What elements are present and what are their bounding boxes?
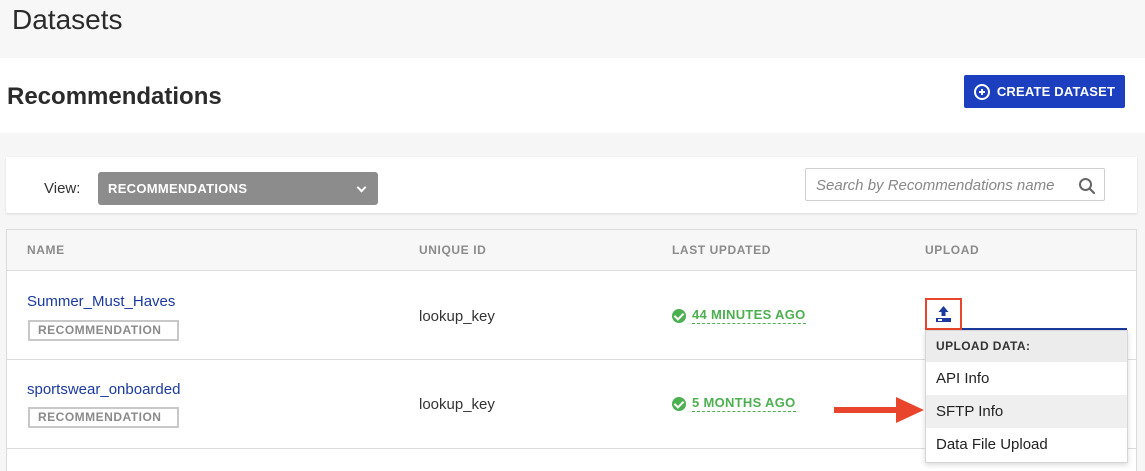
dataset-type-badge: RECOMMENDATION (28, 407, 179, 428)
check-circle-icon (672, 308, 686, 323)
dataset-name-link[interactable]: sportswear_onboarded (27, 381, 180, 398)
filter-bar: View: RECOMMENDATIONS (6, 157, 1137, 213)
last-updated[interactable]: 5 MONTHS AGO (672, 395, 796, 412)
search-input[interactable] (816, 175, 1071, 195)
chevron-down-icon (356, 182, 367, 193)
upload-menu: UPLOAD DATA: API Info SFTP Info Data Fil… (925, 330, 1128, 463)
last-updated-text: 44 MINUTES AGO (692, 307, 806, 324)
column-header-last-updated: LAST UPDATED (672, 243, 771, 257)
column-header-name: NAME (27, 243, 65, 257)
menu-item-sftp-info[interactable]: SFTP Info (926, 395, 1127, 428)
search-icon[interactable] (1078, 177, 1096, 195)
upload-menu-header: UPLOAD DATA: (926, 331, 1127, 362)
create-dataset-button[interactable]: CREATE DATASET (964, 75, 1125, 108)
dataset-type-badge: RECOMMENDATION (28, 320, 179, 341)
upload-icon (936, 306, 951, 322)
search-box (805, 168, 1105, 201)
menu-item-api-info[interactable]: API Info (926, 362, 1127, 395)
menu-item-data-file-upload[interactable]: Data File Upload (926, 428, 1127, 461)
last-updated[interactable]: 44 MINUTES AGO (672, 307, 806, 324)
upload-button[interactable] (925, 298, 962, 330)
section-title: Recommendations (7, 83, 222, 110)
unique-id: lookup_key (419, 308, 495, 325)
view-select[interactable]: RECOMMENDATIONS (98, 172, 378, 205)
page-title: Datasets (12, 4, 123, 35)
column-header-upload: UPLOAD (925, 243, 980, 257)
red-arrow-icon (834, 397, 924, 423)
check-circle-icon (672, 396, 686, 411)
dataset-name-link[interactable]: Summer_Must_Haves (27, 293, 175, 310)
unique-id: lookup_key (419, 396, 495, 413)
view-select-value: RECOMMENDATIONS (108, 181, 248, 196)
plus-circle-icon (973, 83, 990, 100)
column-header-unique-id: UNIQUE ID (419, 243, 487, 257)
view-label: View: (44, 180, 81, 197)
create-dataset-label: CREATE DATASET (996, 84, 1116, 99)
page-header: Datasets (0, 0, 1145, 58)
last-updated-text: 5 MONTHS AGO (692, 395, 796, 412)
table-header: NAME UNIQUE ID LAST UPDATED UPLOAD (7, 230, 1136, 271)
